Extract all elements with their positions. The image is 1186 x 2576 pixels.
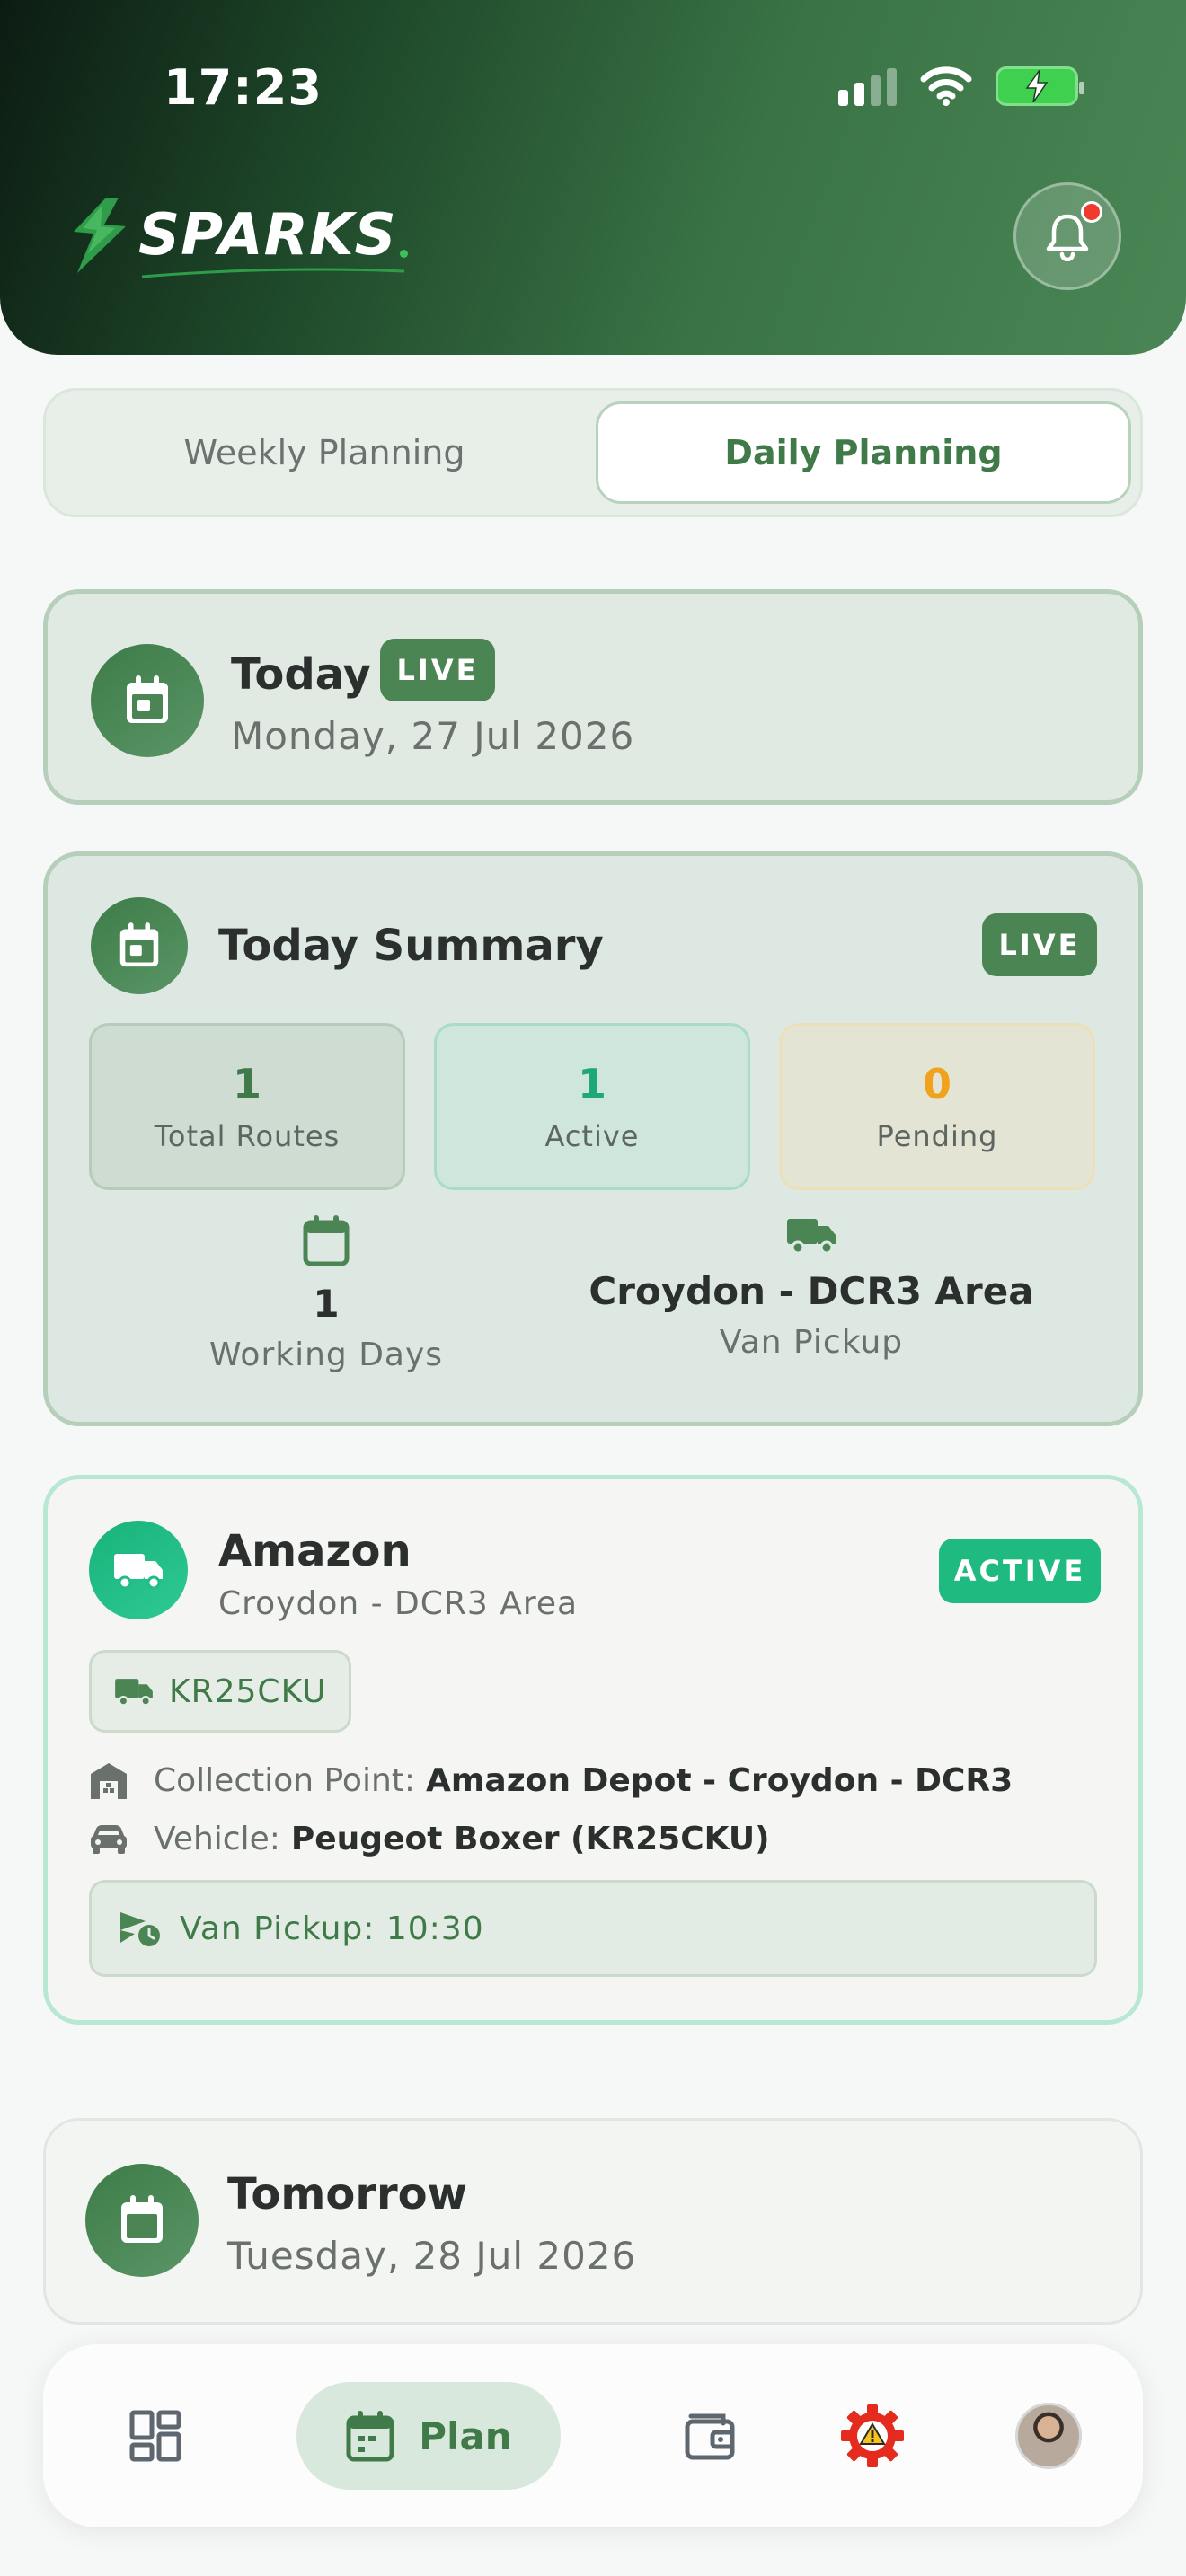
vehicle-label: Vehicle: (154, 1821, 280, 1857)
calendar-outline-icon (303, 1215, 350, 1266)
calendar-icon (119, 922, 159, 967)
warning-gear-icon (841, 2404, 904, 2467)
working-days-label: Working Days (208, 1337, 444, 1373)
avatar (1015, 2403, 1082, 2469)
today-title: Today (231, 649, 371, 700)
calendar-icon (346, 2411, 394, 2462)
calendar-icon (127, 675, 168, 723)
stat-active: 1 Active (434, 1023, 750, 1190)
truck-icon (115, 1679, 153, 1707)
tab-daily-planning[interactable]: Daily Planning (596, 401, 1131, 504)
notification-dot (1081, 201, 1102, 223)
notifications-button[interactable] (1013, 182, 1121, 290)
today-card[interactable]: Today LIVE Monday, 27 Jul 2026 (43, 589, 1143, 805)
logo-swoosh (141, 268, 405, 278)
shipping-time-icon (120, 1912, 160, 1946)
stat-active-label: Active (544, 1119, 640, 1153)
route-company: Amazon (218, 1526, 412, 1576)
van-pickup-label: Van Pickup (719, 1324, 904, 1361)
tomorrow-card[interactable]: Tomorrow Tuesday, 28 Jul 2026 (43, 2118, 1143, 2325)
car-icon (91, 1824, 127, 1854)
collection-point-label: Collection Point: (154, 1761, 416, 1799)
route-truck-badge (89, 1521, 188, 1619)
van-pickup-info: Croydon - DCR3 Area Van Pickup (569, 1215, 1054, 1361)
vehicle-plate-text: KR25CKU (169, 1672, 327, 1710)
nav-dashboard[interactable] (97, 2382, 214, 2490)
dashboard-icon (129, 2410, 181, 2462)
tomorrow-calendar-badge (85, 2164, 199, 2277)
working-days-value: 1 (313, 1282, 340, 1326)
nav-profile[interactable] (990, 2382, 1107, 2490)
stat-total-routes: 1 Total Routes (89, 1023, 405, 1190)
summary-title: Today Summary (218, 921, 604, 971)
collection-point-row: Collection Point: Amazon Depot - Croydon… (89, 1761, 1013, 1799)
vehicle-value: Peugeot Boxer (KR25CKU) (290, 1821, 770, 1857)
vehicle-row: Vehicle: Peugeot Boxer (KR25CKU) (89, 1821, 770, 1857)
van-pickup-time-text: Van Pickup: 10:30 (180, 1910, 484, 1947)
route-area: Croydon - DCR3 Area (218, 1585, 579, 1622)
today-summary-card: Today Summary LIVE 1 Total Routes 1 Acti… (43, 851, 1143, 1426)
truck-icon (787, 1219, 836, 1255)
sparks-logo: SPARKS (66, 196, 408, 278)
cellular-signal-icon (838, 66, 897, 106)
stat-pending-value: 0 (922, 1060, 951, 1108)
warehouse-icon (91, 1763, 127, 1799)
truck-icon (114, 1554, 163, 1590)
tomorrow-title: Tomorrow (227, 2169, 467, 2219)
today-calendar-badge (91, 644, 204, 757)
stat-pending-label: Pending (876, 1119, 998, 1153)
route-status-badge: ACTIVE (939, 1539, 1101, 1603)
status-icons (838, 63, 1084, 110)
status-time: 17:23 (164, 59, 323, 116)
collection-point-value: Amazon Depot - Croydon - DCR3 (426, 1761, 1013, 1799)
calendar-icon (121, 2195, 163, 2243)
wallet-icon (685, 2413, 735, 2460)
today-date: Monday, 27 Jul 2026 (231, 714, 635, 758)
logo-text: SPARKS (138, 202, 397, 269)
stat-pending: 0 Pending (779, 1023, 1095, 1190)
planning-tabs: Weekly Planning Daily Planning (43, 388, 1143, 517)
nav-safety[interactable] (814, 2382, 931, 2490)
lightning-logo-icon (74, 198, 126, 273)
wifi-icon (920, 66, 972, 106)
summary-calendar-badge (91, 897, 188, 994)
tab-weekly-planning[interactable]: Weekly Planning (57, 401, 592, 504)
stat-active-value: 1 (577, 1060, 606, 1108)
battery-charging-icon (996, 66, 1084, 106)
van-pickup-time-bar: Van Pickup: 10:30 (89, 1880, 1097, 1977)
summary-live-badge: LIVE (982, 913, 1097, 976)
logo-dot (399, 249, 408, 258)
today-live-badge: LIVE (380, 639, 495, 701)
stat-total-routes-value: 1 (232, 1060, 261, 1108)
stat-total-routes-label: Total Routes (154, 1119, 341, 1153)
working-days-info: 1 Working Days (182, 1215, 470, 1373)
vehicle-plate-chip: KR25CKU (89, 1650, 351, 1733)
app-screen: 17:23 SPARKS Weekly Planning Daily Plann… (0, 0, 1186, 2576)
bottom-navigation: Plan (43, 2344, 1143, 2527)
nav-plan-label: Plan (419, 2413, 512, 2458)
tomorrow-date: Tuesday, 28 Jul 2026 (227, 2234, 637, 2278)
app-header: 17:23 SPARKS (0, 0, 1186, 355)
van-pickup-value: Croydon - DCR3 Area (589, 1269, 1034, 1313)
route-card-amazon[interactable]: Amazon Croydon - DCR3 Area ACTIVE KR25CK… (43, 1475, 1143, 2025)
nav-wallet[interactable] (652, 2382, 769, 2490)
nav-plan[interactable]: Plan (296, 2382, 561, 2490)
